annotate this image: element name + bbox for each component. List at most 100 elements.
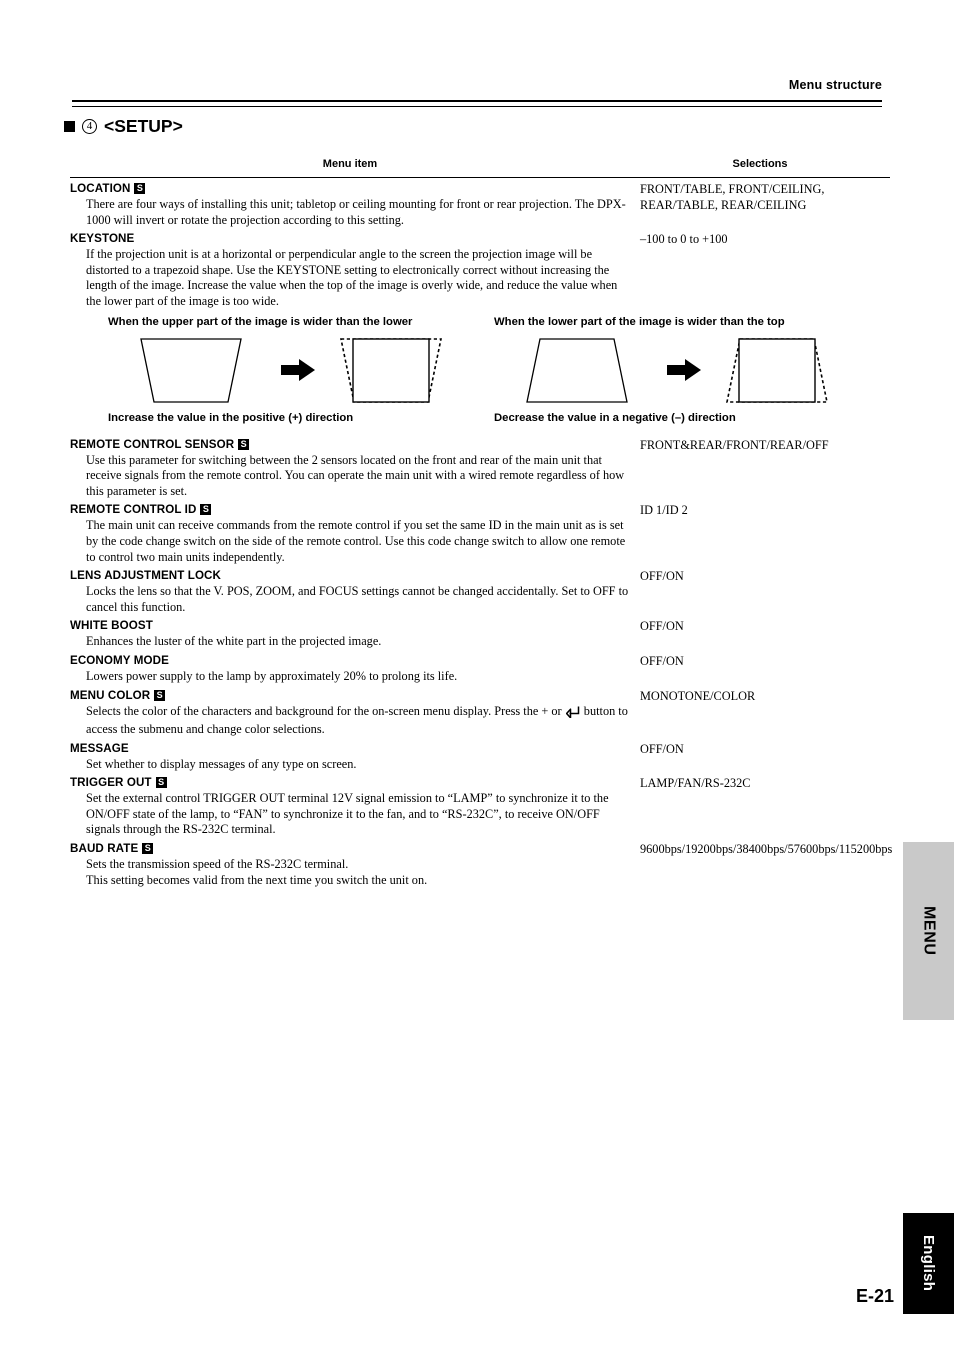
- keystone-right-diagram: [526, 337, 828, 403]
- table-row: WHITE BOOST Enhances the luster of the w…: [70, 615, 890, 650]
- s-badge-icon: S: [155, 777, 167, 789]
- menu-item-label: REMOTE CONTROL ID: [70, 503, 197, 517]
- trapezoid-wide-bottom-shape: [526, 337, 628, 403]
- menu-item-description: Enhances the luster of the white part in…: [86, 634, 382, 649]
- menu-item-name: KEYSTONE: [70, 231, 630, 246]
- running-header: Menu structure: [788, 78, 882, 92]
- table-column-headers: Menu item Selections: [70, 158, 890, 175]
- selections-cell: OFF/ON: [640, 569, 684, 584]
- menu-item-description: Selects the color of the characters and …: [70, 703, 630, 738]
- selections-cell: OFF/ON: [640, 741, 684, 756]
- keystone-right-caption-bottom: Decrease the value in a negative (–) dir…: [494, 411, 736, 424]
- header-divider: [72, 100, 882, 107]
- menu-item-name: LOCATION S: [70, 181, 630, 196]
- s-badge-icon: S: [200, 504, 212, 516]
- menu-item-cell: WHITE BOOST Enhances the luster of the w…: [70, 618, 640, 650]
- selections-cell: MONOTONE/COLOR: [640, 688, 756, 703]
- side-tab-menu[interactable]: MENU: [903, 842, 954, 1020]
- trapezoid-wide-top-shape: [140, 337, 242, 403]
- s-badge-icon: S: [238, 438, 250, 450]
- table-row: MESSAGE Set whether to display messages …: [70, 738, 890, 773]
- description-text-before-icon: Selects the color of the characters and …: [86, 703, 565, 718]
- keystone-right-caption-top: When the lower part of the image is wide…: [494, 315, 785, 328]
- menu-item-cell: BAUD RATE S Sets the transmission speed …: [70, 841, 640, 888]
- menu-item-label: WHITE BOOST: [70, 619, 153, 633]
- menu-item-cell: ECONOMY MODE Lowers power supply to the …: [70, 653, 640, 685]
- table-row: LENS ADJUSTMENT LOCK Locks the lens so t…: [70, 565, 890, 615]
- menu-item-name: LENS ADJUSTMENT LOCK: [70, 568, 630, 583]
- menu-item-description: Use this parameter for switching between…: [86, 452, 625, 498]
- menu-item-description: Set the external control TRIGGER OUT ter…: [86, 791, 609, 837]
- menu-item-label: LENS ADJUSTMENT LOCK: [70, 569, 222, 583]
- selections-cell: 9600bps/19200bps/38400bps/57600bps/11520…: [640, 842, 893, 857]
- menu-item-name: TRIGGER OUT S: [70, 775, 630, 790]
- menu-item-description: The main unit can receive commands from …: [86, 518, 626, 564]
- menu-item-name: BAUD RATE S: [70, 841, 630, 856]
- menu-item-label: LOCATION: [70, 182, 131, 195]
- keystone-left-caption-bottom: Increase the value in the positive (+) d…: [108, 411, 354, 424]
- selections-cell: ID 1/ID 2: [640, 503, 688, 518]
- menu-item-description: Locks the lens so that the V. POS, ZOOM,…: [86, 584, 629, 614]
- menu-item-label: TRIGGER OUT: [70, 776, 152, 790]
- table-row: MENU COLOR S Selects the color of the ch…: [70, 685, 890, 738]
- menu-item-label: MENU COLOR: [70, 688, 151, 702]
- menu-item-description: Lowers power supply to the lamp by appro…: [86, 668, 458, 683]
- corrected-rectangle-shape: [738, 337, 816, 403]
- selections-cell: –100 to 0 to +100: [640, 232, 728, 247]
- side-tab-menu-label: MENU: [920, 906, 938, 956]
- table-row: LOCATION S There are four ways of instal…: [70, 178, 890, 228]
- s-badge-icon: S: [142, 843, 154, 855]
- side-tab-language[interactable]: English: [903, 1213, 954, 1314]
- menu-item-name: WHITE BOOST: [70, 618, 630, 633]
- menu-item-cell: LOCATION S There are four ways of instal…: [70, 181, 640, 228]
- menu-item-description: Sets the transmission speed of the RS-23…: [86, 857, 428, 887]
- s-badge-icon: S: [154, 689, 166, 701]
- column-header-selections: Selections: [732, 158, 788, 170]
- menu-item-label: KEYSTONE: [70, 232, 135, 246]
- section-title-label: <SETUP>: [104, 116, 183, 136]
- menu-item-label: REMOTE CONTROL SENSOR: [70, 437, 235, 451]
- menu-item-name: MENU COLOR S: [70, 688, 630, 703]
- menu-item-cell: KEYSTONE If the projection unit is at a …: [70, 231, 640, 309]
- s-badge-icon: S: [134, 183, 146, 194]
- setup-menu-table: Menu item Selections LOCATION S There ar…: [70, 158, 893, 888]
- menu-item-description: There are four ways of installing this u…: [86, 197, 626, 227]
- selections-cell: OFF/ON: [640, 653, 684, 668]
- table-row: KEYSTONE If the projection unit is at a …: [70, 228, 890, 309]
- keystone-left-diagram: [140, 337, 442, 403]
- menu-item-cell: MESSAGE Set whether to display messages …: [70, 741, 640, 773]
- menu-item-label: BAUD RATE: [70, 842, 139, 856]
- menu-item-description: Set whether to display messages of any t…: [86, 756, 357, 771]
- table-row: REMOTE CONTROL ID S The main unit can re…: [70, 499, 890, 565]
- menu-item-cell: REMOTE CONTROL SENSOR S Use this paramet…: [70, 437, 640, 500]
- keystone-left-caption-top: When the upper part of the image is wide…: [108, 315, 413, 328]
- enter-key-icon: [565, 705, 580, 723]
- section-title: 4 <SETUP>: [64, 116, 183, 137]
- table-row: TRIGGER OUT S Set the external control T…: [70, 772, 890, 838]
- selections-cell: OFF/ON: [640, 619, 684, 634]
- page-number: E-21: [855, 1286, 894, 1306]
- menu-item-cell: REMOTE CONTROL ID S The main unit can re…: [70, 502, 640, 565]
- table-row: REMOTE CONTROL SENSOR S Use this paramet…: [70, 434, 890, 500]
- menu-item-name: REMOTE CONTROL ID S: [70, 502, 630, 517]
- right-arrow-icon: [667, 358, 701, 381]
- circled-number-icon: 4: [82, 119, 97, 134]
- menu-item-cell: LENS ADJUSTMENT LOCK Locks the lens so t…: [70, 568, 640, 615]
- keystone-figures: When the upper part of the image is wide…: [70, 316, 890, 434]
- menu-item-name: REMOTE CONTROL SENSOR S: [70, 437, 630, 452]
- table-row: ECONOMY MODE Lowers power supply to the …: [70, 650, 890, 685]
- table-row: BAUD RATE S Sets the transmission speed …: [70, 838, 893, 888]
- corrected-rectangle-shape: [352, 337, 430, 403]
- selections-cell: LAMP/FAN/RS-232C: [640, 776, 751, 791]
- side-tab-language-label: English: [920, 1235, 937, 1292]
- menu-item-cell: MENU COLOR S Selects the color of the ch…: [70, 688, 640, 738]
- right-arrow-icon: [281, 358, 315, 381]
- column-header-menu-item: Menu item: [322, 158, 378, 170]
- menu-item-label: ECONOMY MODE: [70, 653, 169, 667]
- menu-item-cell: TRIGGER OUT S Set the external control T…: [70, 775, 640, 838]
- selections-cell: FRONT&REAR/FRONT/REAR/OFF: [640, 437, 829, 452]
- black-square-bullet-icon: [64, 121, 75, 132]
- menu-item-name: ECONOMY MODE: [70, 653, 630, 668]
- menu-item-description: If the projection unit is at a horizonta…: [86, 247, 618, 308]
- menu-item-name: MESSAGE: [70, 741, 630, 756]
